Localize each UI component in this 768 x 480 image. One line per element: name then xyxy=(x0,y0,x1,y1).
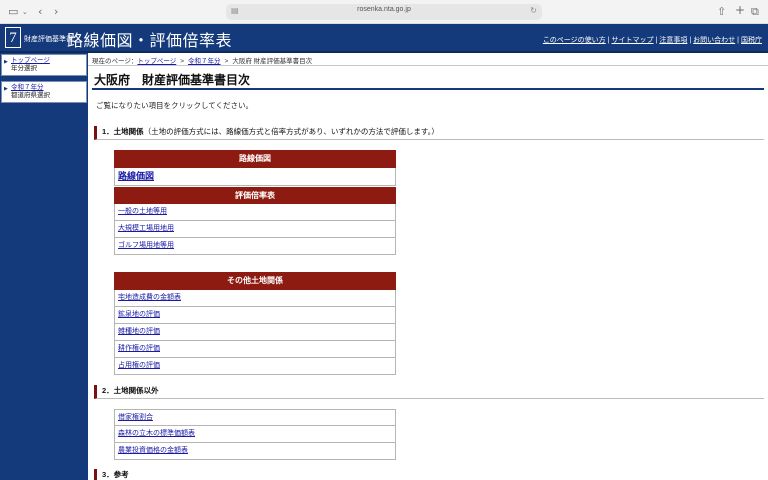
non-land-table: 借家権割合 森林の立木の標準価額表 農業投資価格の金額表 xyxy=(114,409,396,460)
link-lease-ratio[interactable]: 借家権割合 xyxy=(118,414,153,421)
site-title[interactable]: 路線価図・評価倍率表 xyxy=(67,27,232,51)
sidebar-item-top: ▶ トップページ 年分選択 xyxy=(1,54,87,76)
section-title: 3．参考 xyxy=(102,470,129,479)
sidebar-link-top[interactable]: トップページ xyxy=(11,57,84,65)
sidebar-item-year: ▶ 令和７年分 都道府県選択 xyxy=(1,81,87,103)
link-standing-timber[interactable]: 森林の立木の標準価額表 xyxy=(118,430,195,437)
share-icon[interactable]: ⇧ xyxy=(717,5,726,19)
nav-contact[interactable]: お問い合わせ xyxy=(693,37,735,44)
link-mineral-spring[interactable]: 鉱泉地の評価 xyxy=(118,311,160,318)
section-title: 2．土地関係以外 xyxy=(102,386,159,395)
link-agricultural-investment[interactable]: 農業投資価格の金額表 xyxy=(118,447,188,454)
site-header: 7 財産評価基準書 路線価図・評価倍率表 このページの使い方 | サイトマップ | 注意… xyxy=(0,24,768,53)
link-rosenka-map[interactable]: 路線価図 xyxy=(118,171,154,181)
reload-icon[interactable]: ↻ xyxy=(530,6,537,15)
intro-text: ご覧になりたい項目をクリックしてください。 xyxy=(96,101,254,110)
link-misc-land[interactable]: 雑種地の評価 xyxy=(118,328,160,335)
arrow-right-icon: ▶ xyxy=(4,86,8,92)
other-land-table: その他土地関係 宅地造成費の金額表 鉱泉地の評価 雑種地の評価 耕作権の評価 占… xyxy=(114,272,396,375)
table-row: 借家権割合 xyxy=(114,409,396,426)
breadcrumb-label: 現在のページ： xyxy=(92,58,138,65)
sidebar-link-year[interactable]: 令和７年分 xyxy=(11,84,84,92)
table-header: 路線価図 xyxy=(114,150,396,168)
nav-nta[interactable]: 国税庁 xyxy=(741,37,762,44)
table-row: 一般の土地等用 xyxy=(114,204,396,221)
header-nav: このページの使い方 | サイトマップ | 注意事項 | お問い合わせ | 国税庁 xyxy=(542,37,762,44)
link-golf-course[interactable]: ゴルフ場用地等用 xyxy=(118,242,174,249)
main-content: 現在のページ：トップページ > 令和７年分 > 大阪府 財産評価基準書目次 大阪府 財産… xyxy=(88,53,768,480)
chevron-down-icon[interactable]: ⌄ xyxy=(22,5,28,19)
table-row: 大規模工場用地用 xyxy=(114,221,396,238)
sidebar-toggle-icon[interactable]: ▭ xyxy=(8,5,18,19)
link-land-development-cost[interactable]: 宅地造成費の金額表 xyxy=(118,294,181,301)
address-bar[interactable]: ▤ rosenka.nta.go.jp ↻ xyxy=(226,4,542,20)
table-row: 路線価図 xyxy=(114,168,396,186)
new-tab-icon[interactable]: + xyxy=(735,3,745,17)
section-heading-non-land: 2．土地関係以外 xyxy=(94,385,764,399)
back-icon[interactable]: ‹ xyxy=(38,5,42,19)
table-row: 森林の立木の標準価額表 xyxy=(114,426,396,443)
section-heading-reference: 3．参考 xyxy=(94,469,764,480)
table-row: 耕作権の評価 xyxy=(114,341,396,358)
table-header: 評価倍率表 xyxy=(114,186,396,204)
nav-sitemap[interactable]: サイトマップ xyxy=(612,37,654,44)
breadcrumb-link-top[interactable]: トップページ xyxy=(137,58,176,65)
section-note: （土地の評価方式には、路線価方式と倍率方式があり、いずれかの方法で評価します。） xyxy=(143,127,439,136)
link-occupancy-rights[interactable]: 占用権の評価 xyxy=(118,362,160,369)
rosenka-table: 路線価図 路線価図 評価倍率表 一般の土地等用 大規模工場用地用 ゴルフ場用地等… xyxy=(114,150,396,255)
link-large-factory[interactable]: 大規模工場用地用 xyxy=(118,225,174,232)
link-general-land[interactable]: 一般の土地等用 xyxy=(118,208,167,215)
table-header: その他土地関係 xyxy=(114,272,396,290)
page-title: 大阪府 財産評価基準書目次 xyxy=(94,73,251,87)
breadcrumb-current: 大阪府 財産評価基準書目次 xyxy=(232,58,313,65)
breadcrumb: 現在のページ：トップページ > 令和７年分 > 大阪府 財産評価基準書目次 xyxy=(92,58,313,65)
browser-toolbar: ▭ ⌄ ‹ › ▤ rosenka.nta.go.jp ↻ ⇧ + ⧉ xyxy=(0,0,768,24)
sidebar-sub-label: 都道府県選択 xyxy=(11,92,50,99)
site-subtitle: 財産評価基準書 xyxy=(24,36,73,43)
section-heading-land: 1．土地関係（土地の評価方式には、路線価方式と倍率方式があり、いずれかの方法で評… xyxy=(94,126,764,140)
link-tenancy-rights[interactable]: 耕作権の評価 xyxy=(118,345,160,352)
table-row: 鉱泉地の評価 xyxy=(114,307,396,324)
table-row: 農業投資価格の金額表 xyxy=(114,443,396,460)
sidebar: ▶ トップページ 年分選択 ▶ 令和７年分 都道府県選択 xyxy=(0,53,88,480)
table-row: 雑種地の評価 xyxy=(114,324,396,341)
table-row: 宅地造成費の金額表 xyxy=(114,290,396,307)
nav-how-to-use[interactable]: このページの使い方 xyxy=(543,37,606,44)
logo-number[interactable]: 7 xyxy=(5,27,21,48)
breadcrumb-link-year[interactable]: 令和７年分 xyxy=(188,58,221,65)
sidebar-sub-label: 年分選択 xyxy=(11,65,37,72)
section-title: 1．土地関係 xyxy=(102,127,144,136)
tab-overview-icon[interactable]: ⧉ xyxy=(751,5,759,19)
nav-notes[interactable]: 注意事項 xyxy=(659,37,687,44)
forward-icon[interactable]: › xyxy=(54,5,58,19)
url-text: rosenka.nta.go.jp xyxy=(357,6,411,13)
arrow-right-icon: ▶ xyxy=(4,59,8,65)
table-row: 占用権の評価 xyxy=(114,358,396,375)
table-row: ゴルフ場用地等用 xyxy=(114,238,396,255)
